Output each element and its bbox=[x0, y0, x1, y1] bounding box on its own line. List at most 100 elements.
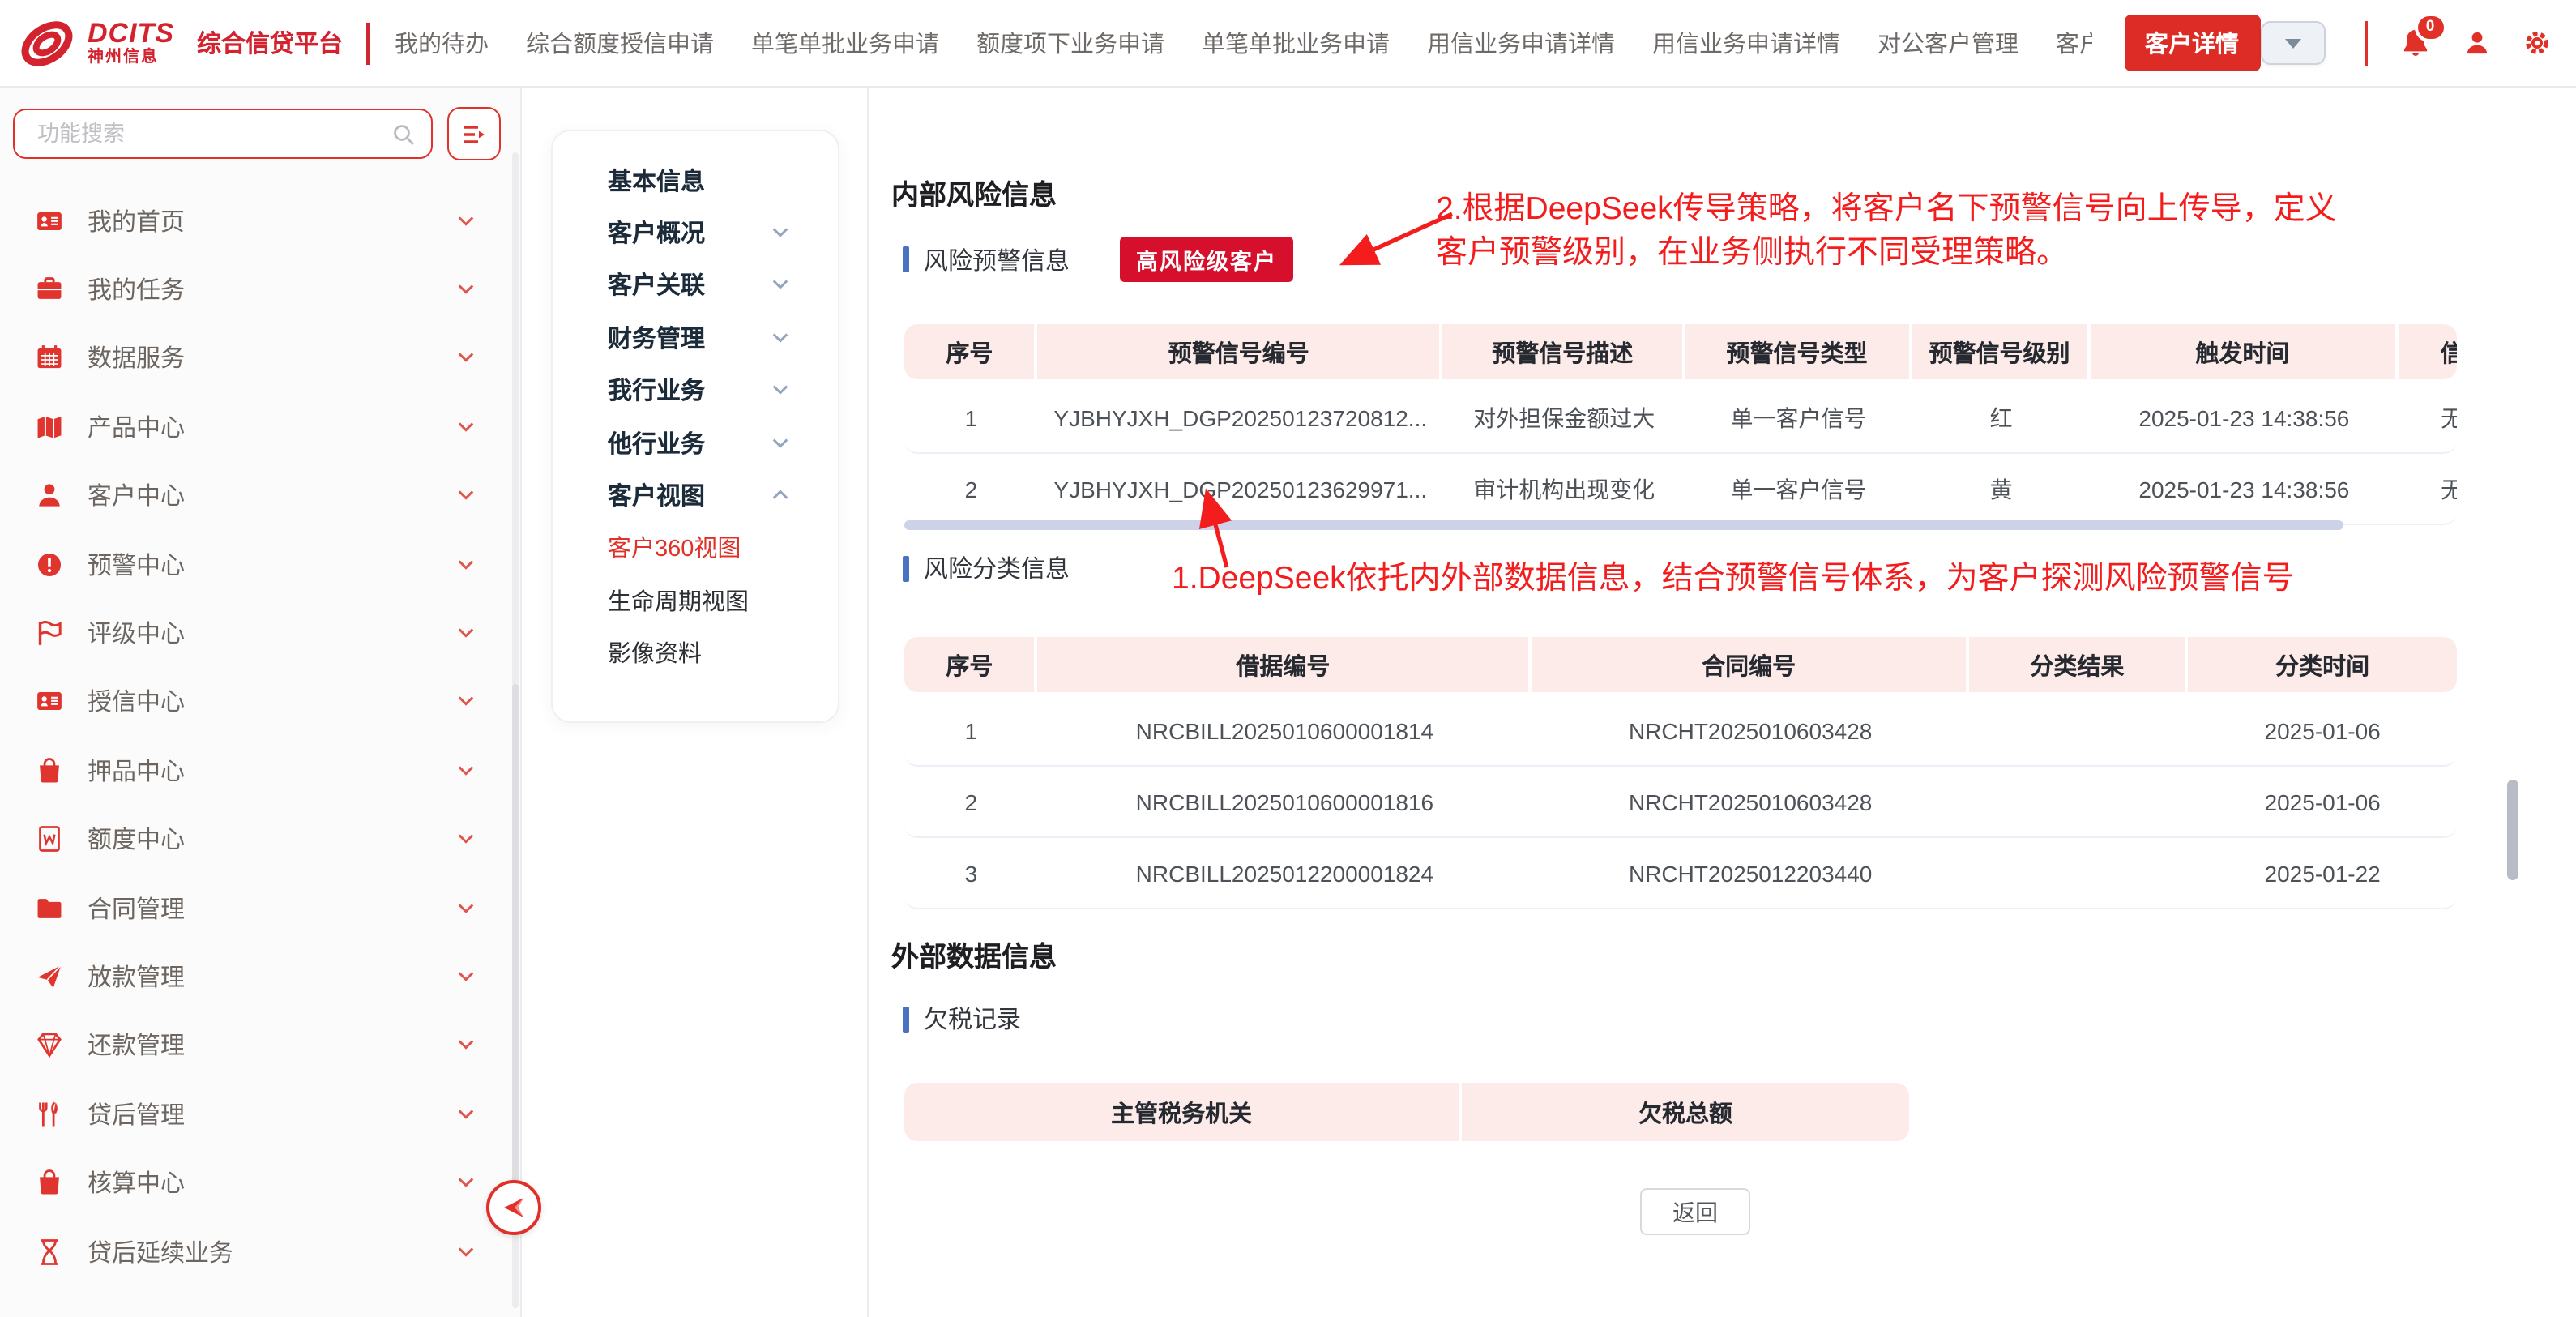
logo-divider bbox=[365, 22, 369, 64]
sidebar-item[interactable]: 评级中心 bbox=[0, 599, 520, 668]
submenu-item[interactable]: 客户概况 bbox=[553, 207, 838, 259]
submenu-item[interactable]: 客户关联 bbox=[553, 259, 838, 312]
chevron-down-icon bbox=[457, 899, 475, 917]
nav-overflow-dropdown[interactable] bbox=[2260, 21, 2325, 65]
table-cell: NRCHT2025010603428 bbox=[1532, 767, 1969, 836]
submenu-item[interactable]: 客户360视图 bbox=[553, 521, 838, 574]
sidebar-item[interactable]: 授信中心 bbox=[0, 667, 520, 736]
function-search-box bbox=[13, 109, 433, 159]
brand-logo: DCITS 神州信息 综合信贷平台 bbox=[16, 17, 343, 69]
sidebar: 我的首页 我的任务 数据服务 产品中心 bbox=[0, 88, 522, 1317]
sidebar-item[interactable]: 客户中心 bbox=[0, 461, 520, 530]
table-cell: 黄 bbox=[1912, 454, 2090, 524]
chevron-down-icon bbox=[457, 830, 475, 848]
sidebar-item[interactable]: 产品中心 bbox=[0, 392, 520, 461]
menu-fold-icon bbox=[462, 122, 486, 145]
risk-classification-table: 序号借据编号合同编号分类结果分类时间1NRCBILL20250106000018… bbox=[904, 637, 2457, 909]
chevron-down-icon bbox=[457, 555, 475, 573]
vertical-scrollbar[interactable] bbox=[2507, 780, 2518, 880]
submenu-item[interactable]: 我行业务 bbox=[553, 364, 838, 417]
sidebar-item[interactable]: 贷后延续业务 bbox=[0, 1217, 520, 1286]
collapse-arrow-icon bbox=[501, 1196, 527, 1219]
user-icon bbox=[2463, 29, 2490, 57]
nav-item[interactable]: 客户详情 bbox=[2056, 26, 2091, 60]
column-header: 触发时间 bbox=[2091, 324, 2398, 379]
menu-collapse-button[interactable] bbox=[447, 107, 501, 160]
submenu-item[interactable]: 财务管理 bbox=[553, 311, 838, 364]
main-nav: 我的待办 综合额度授信申请 单笔单批业务申请 额度项下业务申请 单笔单批业务申请 用信业务… bbox=[395, 26, 2091, 60]
nav-item[interactable]: 单笔单批业务申请 bbox=[1202, 26, 1390, 60]
sidebar-item[interactable]: 额度中心 bbox=[0, 805, 520, 874]
nav-item-active[interactable]: 客户详情 bbox=[2124, 15, 2260, 71]
chevron-down-icon bbox=[457, 693, 475, 711]
sidebar-item[interactable]: 数据服务 bbox=[0, 324, 520, 393]
chevron-down-icon bbox=[2284, 38, 2300, 48]
column-header: 预警信号编号 bbox=[1038, 324, 1443, 379]
column-header: 合同编号 bbox=[1532, 637, 1969, 692]
settings-button[interactable] bbox=[2523, 29, 2550, 57]
column-header: 序号 bbox=[904, 637, 1038, 692]
table-cell: 2025-01-06 bbox=[2188, 767, 2456, 836]
column-header: 主管税务机关 bbox=[904, 1083, 1462, 1141]
nav-item[interactable]: 我的待办 bbox=[395, 26, 489, 60]
nav-item[interactable]: 用信业务申请详情 bbox=[1652, 26, 1840, 60]
sidebar-item[interactable]: 核算中心 bbox=[0, 1148, 520, 1217]
table-row: 2YJBHYJXH_DGP20250123629971...审计机构出现变化单一… bbox=[904, 454, 2457, 525]
nav-item[interactable]: 用信业务申请详情 bbox=[1427, 26, 1615, 60]
submenu-item[interactable]: 生命周期视图 bbox=[553, 574, 838, 626]
table-header: 序号预警信号编号预警信号描述预警信号类型预警信号级别触发时间信 bbox=[904, 324, 2457, 379]
back-button[interactable]: 返回 bbox=[1640, 1188, 1750, 1235]
column-header: 预警信号描述 bbox=[1443, 324, 1685, 379]
table-cell: 审计机构出现变化 bbox=[1443, 454, 1685, 524]
column-header: 信 bbox=[2398, 324, 2457, 379]
top-navbar: DCITS 神州信息 综合信贷平台 我的待办 综合额度授信申请 单笔单批业务申请 额度… bbox=[0, 0, 2576, 88]
table-cell: 1 bbox=[904, 383, 1038, 452]
submenu-item[interactable]: 客户视图 bbox=[553, 469, 838, 522]
tax-arrears-table: 主管税务机关欠税总额 bbox=[904, 1083, 1909, 1144]
table-cell: NRCBILL2025012200001824 bbox=[1038, 838, 1532, 908]
dcits-swoosh-icon bbox=[16, 17, 78, 69]
search-input[interactable] bbox=[34, 120, 392, 148]
sidebar-collapse-button[interactable] bbox=[486, 1180, 541, 1235]
table-cell: 1 bbox=[904, 695, 1038, 765]
nav-item[interactable]: 对公客户管理 bbox=[1878, 26, 2019, 60]
product-name: 综合信贷平台 bbox=[197, 26, 343, 60]
notifications-button[interactable]: 0 bbox=[2399, 27, 2430, 59]
sidebar-item[interactable]: 我的首页 bbox=[0, 186, 520, 255]
chevron-down-icon bbox=[457, 968, 475, 986]
column-header: 借据编号 bbox=[1038, 637, 1532, 692]
chevron-down-icon bbox=[457, 280, 475, 298]
table-cell: NRCBILL2025010600001816 bbox=[1038, 767, 1532, 836]
sidebar-item[interactable]: 合同管理 bbox=[0, 874, 520, 943]
sidebar-scrollbar[interactable] bbox=[512, 152, 519, 1307]
user-menu-button[interactable] bbox=[2463, 29, 2490, 57]
warning-signal-table: 序号预警信号编号预警信号描述预警信号类型预警信号级别触发时间信1YJBHYJXH… bbox=[904, 324, 2457, 525]
table-cell: YJBHYJXH_DGP20250123629971... bbox=[1038, 454, 1443, 524]
nav-item[interactable]: 额度项下业务申请 bbox=[976, 26, 1164, 60]
sidebar-item[interactable]: 贷后管理 bbox=[0, 1080, 520, 1148]
nav-item[interactable]: 单笔单批业务申请 bbox=[751, 26, 939, 60]
customer-view-panel: 基本信息 客户概况 客户关联 财务管理 bbox=[522, 88, 869, 1317]
section-title-external-data: 外部数据信息 bbox=[891, 934, 1057, 974]
sidebar-item[interactable]: 我的任务 bbox=[0, 255, 520, 324]
submenu-item[interactable]: 基本信息 bbox=[553, 154, 838, 207]
submenu-item[interactable]: 影像资料 bbox=[553, 626, 838, 679]
section-title-internal-risk: 内部风险信息 bbox=[891, 172, 1057, 212]
submenu-item[interactable]: 他行业务 bbox=[553, 417, 838, 469]
table-cell: 2025-01-23 14:38:56 bbox=[2091, 383, 2398, 452]
sidebar-item[interactable]: 放款管理 bbox=[0, 943, 520, 1011]
horizontal-scrollbar[interactable] bbox=[904, 520, 2343, 530]
nav-item[interactable]: 综合额度授信申请 bbox=[526, 26, 714, 60]
column-header: 分类时间 bbox=[2188, 637, 2456, 692]
sidebar-item[interactable]: 押品中心 bbox=[0, 736, 520, 805]
chevron-icon bbox=[771, 276, 789, 294]
chevron-down-icon bbox=[457, 349, 475, 367]
table-cell: 3 bbox=[904, 838, 1038, 908]
sidebar-item[interactable]: 还款管理 bbox=[0, 1011, 520, 1080]
high-risk-badge: 高风险级客户 bbox=[1120, 237, 1293, 282]
table-cell: 2025-01-22 bbox=[2188, 838, 2456, 908]
chevron-down-icon bbox=[457, 418, 475, 436]
sidebar-item[interactable]: 预警中心 bbox=[0, 530, 520, 599]
section-accent-bar bbox=[903, 1006, 909, 1032]
column-header: 欠税总额 bbox=[1462, 1083, 1909, 1141]
